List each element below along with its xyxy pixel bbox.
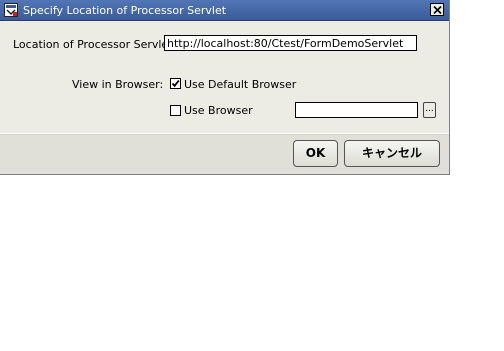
servlet-location-input[interactable]: http://localhost:80/Ctest/FormDemoServle…: [164, 35, 417, 51]
use-default-browser-label[interactable]: Use Default Browser: [184, 78, 296, 91]
close-button[interactable]: [430, 3, 444, 16]
app-icon: [4, 3, 18, 17]
use-default-browser-checkbox[interactable]: [170, 78, 181, 89]
window-title: Specify Location of Processor Servlet: [23, 4, 227, 17]
close-icon: [433, 6, 442, 14]
checkmark-icon: [171, 79, 180, 88]
use-browser-label[interactable]: Use Browser: [184, 104, 253, 117]
title-bar[interactable]: Specify Location of Processor Servlet: [0, 0, 449, 21]
use-browser-checkbox[interactable]: [170, 105, 181, 116]
browse-button[interactable]: ...: [423, 102, 436, 118]
servlet-location-dialog: Specify Location of Processor Servlet Lo…: [0, 0, 450, 175]
view-in-browser-label: View in Browser:: [72, 78, 164, 91]
browser-path-input[interactable]: [295, 102, 418, 118]
ok-button[interactable]: OK: [293, 140, 338, 167]
button-bar: OK キャンセル: [0, 135, 449, 174]
cancel-button[interactable]: キャンセル: [344, 140, 440, 167]
servlet-location-label: Location of Processor Servlet:: [13, 38, 177, 51]
